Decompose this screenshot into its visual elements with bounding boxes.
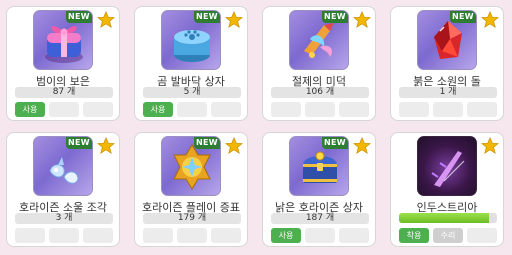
star-icon[interactable] [225,11,243,29]
empty-slot [15,228,45,243]
empty-slot [211,102,241,117]
golden-emblem-icon: NEW [161,136,221,196]
use-button[interactable]: 사용 [15,102,45,117]
empty-slot [339,102,369,117]
empty-slot [433,102,463,117]
action-slots [271,102,369,118]
equip-button[interactable]: 착용 [399,228,429,243]
pink-gift-box-icon: NEW [33,10,93,70]
item-count: 187 개 [271,213,369,224]
empty-slot [143,228,173,243]
item-card[interactable]: NEW 범이의 보은 87 개 사용 [6,6,120,121]
action-slots [15,228,113,244]
item-card[interactable]: NEW 호라이즌 플레이 증표 179 개 [134,132,248,247]
empty-slot [305,102,335,117]
empty-slot [467,102,497,117]
star-icon[interactable] [353,11,371,29]
item-card[interactable]: 인두스트리아 착용 수리 [390,132,504,247]
new-badge: NEW [322,11,348,23]
item-count: 179 개 [143,213,241,224]
red-gem-icon: NEW [417,10,477,70]
item-card[interactable]: NEW 붉은 소원의 돌 1 개 [390,6,504,121]
item-count: 3 개 [15,213,113,224]
item-count: 87 개 [15,87,113,98]
star-icon[interactable] [97,11,115,29]
empty-slot [271,102,301,117]
item-card[interactable]: NEW 호라이즌 소울 조각 3 개 [6,132,120,247]
action-slots: 사용 [143,102,241,118]
new-badge: NEW [322,137,348,149]
empty-slot [467,228,497,243]
crystal-wing-icon: NEW [289,10,349,70]
soul-shard-icon: NEW [33,136,93,196]
empty-slot [83,228,113,243]
star-icon[interactable] [225,137,243,155]
durability-fill [399,213,490,223]
dark-blade-icon [417,136,477,196]
item-count: 5 개 [143,87,241,98]
use-button[interactable]: 사용 [143,102,173,117]
new-badge: NEW [194,137,220,149]
repair-button[interactable]: 수리 [433,228,463,243]
star-icon[interactable] [481,11,499,29]
item-card[interactable]: NEW 절제의 미덕 106 개 [262,6,376,121]
star-icon[interactable] [353,137,371,155]
empty-slot [399,102,429,117]
empty-slot [177,102,207,117]
new-badge: NEW [194,11,220,23]
action-slots [399,102,497,118]
new-badge: NEW [66,137,92,149]
item-card[interactable]: NEW 곰 발바닥 상자 5 개 사용 [134,6,248,121]
use-button[interactable]: 사용 [271,228,301,243]
item-count: 106 개 [271,87,369,98]
action-slots [143,228,241,244]
blue-paw-box-icon: NEW [161,10,221,70]
empty-slot [49,102,79,117]
new-badge: NEW [66,11,92,23]
new-badge: NEW [450,11,476,23]
action-slots: 사용 [271,228,369,244]
inventory-grid: NEW 범이의 보은 87 개 사용 NEW 곰 발바닥 상자 5 개 사용 N… [0,0,512,255]
treasure-chest-icon: NEW [289,136,349,196]
item-count: 1 개 [399,87,497,98]
empty-slot [305,228,335,243]
star-icon[interactable] [97,137,115,155]
item-card[interactable]: NEW 낡은 호라이즌 상자 187 개 사용 [262,132,376,247]
durability-bar [399,213,497,223]
empty-slot [177,228,207,243]
empty-slot [83,102,113,117]
star-icon[interactable] [481,137,499,155]
action-slots: 사용 [15,102,113,118]
action-slots: 착용 수리 [399,228,497,244]
empty-slot [339,228,369,243]
empty-slot [211,228,241,243]
empty-slot [49,228,79,243]
